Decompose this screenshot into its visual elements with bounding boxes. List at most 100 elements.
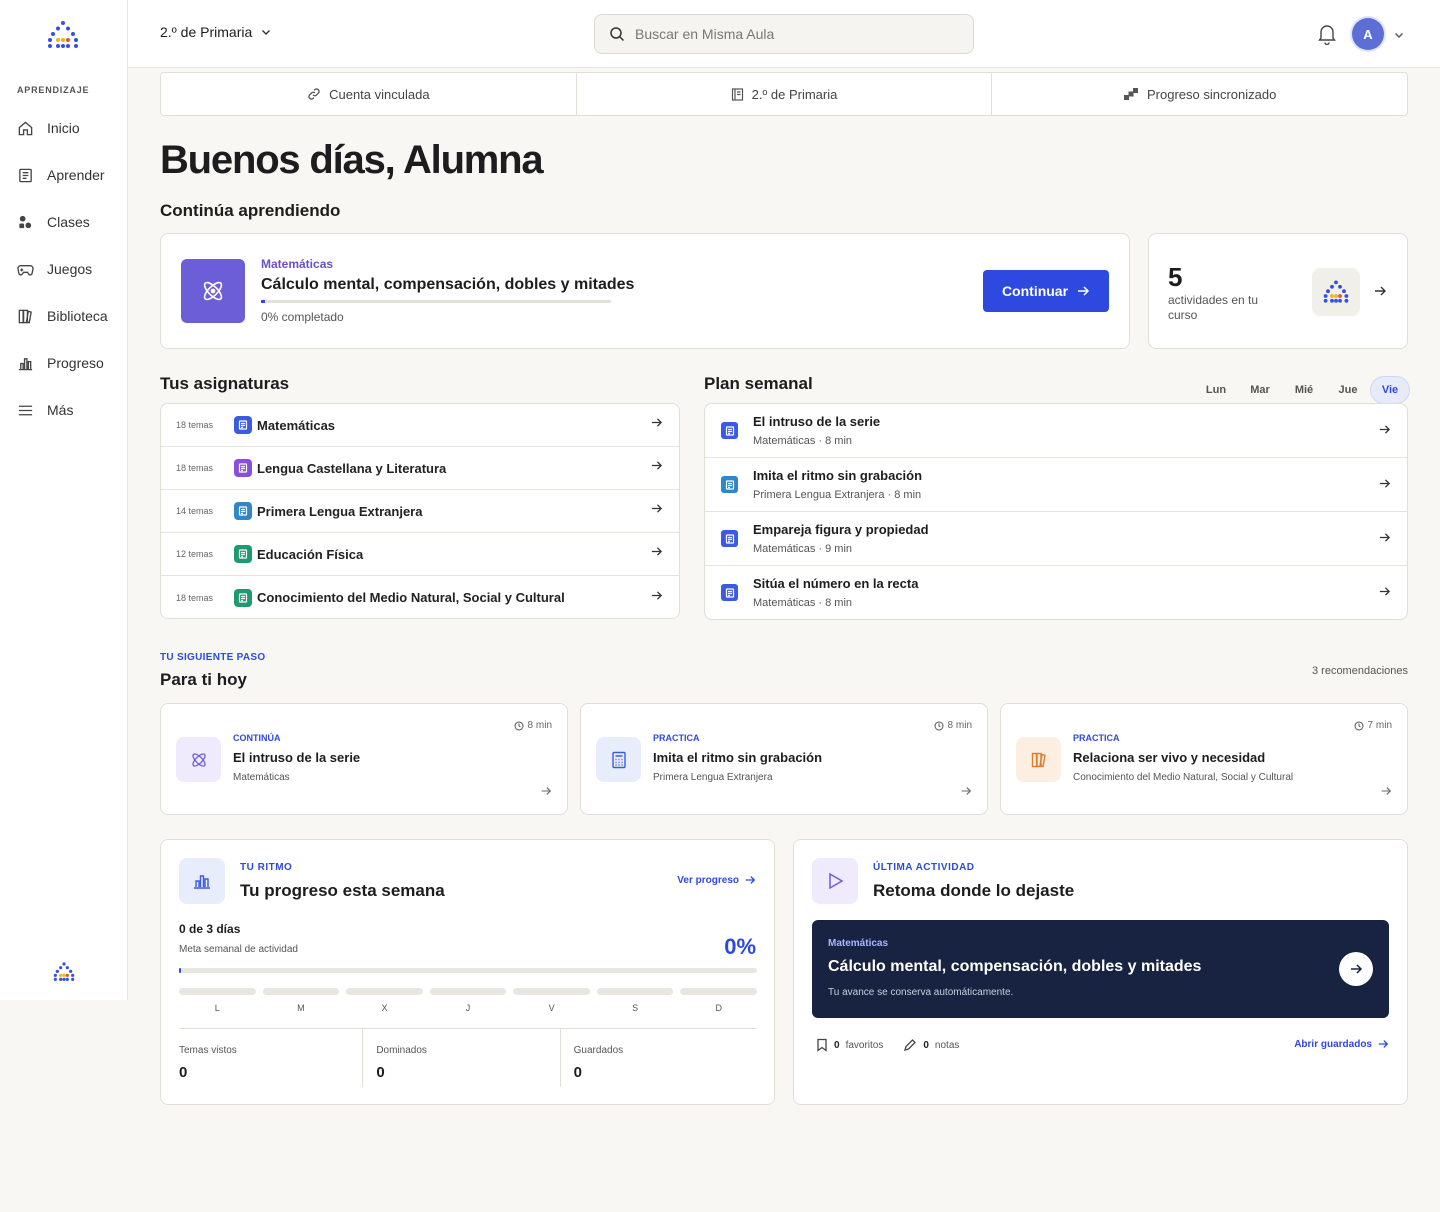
- subject-row[interactable]: 14 temas Primera Lengua Extranjera: [161, 490, 679, 533]
- subject-topic-count: 18 temas: [176, 463, 214, 473]
- recommendation-subject: Conocimiento del Medio Natural, Social y…: [1073, 772, 1294, 783]
- arrow-right-icon: [1378, 423, 1391, 441]
- arrow-right-icon: [1078, 286, 1090, 296]
- play-icon: [812, 858, 858, 904]
- duration: 8 min: [934, 720, 972, 731]
- arrow-right-icon: [650, 589, 663, 607]
- activities-card[interactable]: 5 actividades en tu curso: [1148, 233, 1408, 349]
- open-saved-link[interactable]: Abrir guardados: [1294, 1038, 1389, 1050]
- recommendations-count: 3 recomendaciones: [1311, 665, 1408, 677]
- view-progress-link[interactable]: Ver progreso: [677, 874, 756, 886]
- progress-stats: Temas vistos 0 Dominados 0 Guardados 0: [179, 1028, 757, 1087]
- continue-title: Cálculo mental, compensación, dobles y m…: [261, 276, 635, 293]
- weekly-goal-label: Meta semanal de actividad: [179, 944, 298, 955]
- subject-name: Lengua Castellana y Literatura: [257, 460, 447, 476]
- recommendation-card[interactable]: 8 min CONTINÚA El intruso de la serie Matem…: [160, 703, 568, 815]
- greeting-heading: Buenos días, Alumna: [160, 138, 544, 182]
- search-input[interactable]: [635, 26, 935, 42]
- library-icon: [18, 309, 32, 323]
- plan-item-title: Sitúa el número en la recta: [753, 576, 919, 591]
- day-tab[interactable]: Vie: [1370, 376, 1410, 404]
- subject-topic-count: 18 temas: [176, 592, 214, 603]
- status-sync: Progreso sincronizado: [992, 73, 1407, 115]
- rhythm-eyebrow: TU RITMO: [240, 862, 293, 873]
- stat-value: 0: [573, 1064, 582, 1081]
- logo-icon[interactable]: [47, 20, 79, 55]
- arrow-right-icon: [650, 459, 663, 477]
- plan-heading: Plan semanal: [704, 374, 813, 393]
- stat-label: Temas vistos: [179, 1045, 237, 1056]
- plan-item[interactable]: Sitúa el número en la recta Matemáticas ·…: [705, 566, 1407, 620]
- status-grade: 2.º de Primaria: [577, 73, 993, 115]
- week-day-bar: [346, 988, 423, 995]
- atom-icon: [176, 737, 221, 782]
- recommendation-type: PRACTICA: [1073, 733, 1120, 743]
- notification-bell-icon[interactable]: [1317, 23, 1337, 50]
- sidebar-item-progreso[interactable]: Progreso: [17, 351, 104, 375]
- activity-icon: [721, 476, 738, 493]
- continue-progress-bar: [261, 300, 611, 303]
- week-day-bar: [262, 988, 340, 995]
- day-tab[interactable]: Mié: [1282, 376, 1326, 404]
- duration-text: 7 min: [1367, 720, 1392, 731]
- week-day-label: M: [297, 1003, 305, 1013]
- week-day-bar: [513, 988, 590, 995]
- grade-selector[interactable]: 2.º de Primaria: [160, 24, 272, 40]
- recommendation-subject: Primera Lengua Extranjera: [653, 772, 773, 783]
- continue-button[interactable]: Continuar: [983, 270, 1109, 312]
- calculator-icon: [596, 737, 641, 782]
- resume-activity-banner[interactable]: Matemáticas Cálculo mental, compensación…: [812, 920, 1389, 1018]
- plan-item[interactable]: El intruso de la serie Matemáticas · 8 mi…: [705, 404, 1407, 458]
- subject-name: Primera Lengua Extranjera: [257, 503, 423, 519]
- status-sync-label: Progreso sincronizado: [1147, 86, 1277, 102]
- sidebar-item-clases[interactable]: Clases: [17, 210, 90, 234]
- resume-button[interactable]: [1339, 952, 1373, 986]
- subject-row[interactable]: 18 temas Lengua Castellana y Literatura: [161, 447, 679, 490]
- recommendation-type: CONTINÚA: [233, 733, 281, 743]
- plan-item[interactable]: Imita el ritmo sin grabación Primera Leng…: [705, 458, 1407, 512]
- week-day: V: [513, 988, 590, 1013]
- day-tab[interactable]: Jue: [1326, 376, 1370, 404]
- stat-value: 0: [179, 1064, 188, 1081]
- continue-subject: Matemáticas: [261, 257, 334, 271]
- day-tab[interactable]: Mar: [1238, 376, 1282, 404]
- continue-heading: Continúa aprendiendo: [160, 201, 341, 220]
- avatar[interactable]: A: [1352, 18, 1384, 50]
- subject-name: Educación Física: [257, 546, 364, 562]
- bookmark-icon: [817, 1038, 827, 1052]
- week-day-bar: [429, 988, 507, 995]
- week-day-label: J: [465, 1003, 471, 1013]
- week-day-bar: [179, 988, 256, 995]
- sidebar-item-biblioteca[interactable]: Biblioteca: [17, 304, 108, 328]
- weekly-progress-bar: [179, 968, 757, 973]
- sidebar-item-aprender[interactable]: Aprender: [17, 163, 105, 187]
- subject-icon: [234, 545, 252, 563]
- sidebar-item-label: Inicio: [47, 120, 80, 136]
- continue-progress-text: 0% completado: [261, 310, 344, 324]
- sync-steps-icon: [1124, 88, 1138, 100]
- sidebar-item-juegos[interactable]: Juegos: [17, 257, 92, 281]
- subject-icon: [234, 502, 252, 520]
- saved-summary: 0 favoritos 0 notas: [816, 1038, 959, 1052]
- plan-item[interactable]: Empareja figura y propiedad Matemáticas ·…: [705, 512, 1407, 566]
- day-tab[interactable]: Lun: [1194, 376, 1238, 404]
- arrow-right-icon: [1378, 531, 1391, 549]
- subject-row[interactable]: 18 temas Conocimiento del Medio Natural, …: [161, 576, 679, 619]
- account-chevron-down-icon[interactable]: [1393, 28, 1405, 46]
- recommendation-card[interactable]: 8 min PRACTICA Imita el ritmo sin grabació…: [580, 703, 988, 815]
- week-day-bar: [596, 988, 674, 995]
- recommendation-card[interactable]: 7 min PRACTICA Relaciona ser vivo y necesi…: [1000, 703, 1408, 815]
- sidebar-item-inicio[interactable]: Inicio: [17, 116, 80, 140]
- subject-icon: [234, 588, 252, 607]
- week-day-label: L: [214, 1003, 220, 1013]
- search-box[interactable]: [594, 14, 974, 54]
- last-eyebrow: ÚLTIMA ACTIVIDAD: [873, 862, 975, 873]
- subject-row[interactable]: 12 temas Educación Física: [161, 533, 679, 576]
- weekly-percent: 0%: [724, 934, 756, 959]
- subject-row[interactable]: 18 temas Matemáticas: [161, 404, 679, 447]
- arrow-right-icon: [650, 416, 663, 434]
- activities-label: actividades en tu curso: [1168, 293, 1259, 322]
- sidebar-item-mas[interactable]: Más: [17, 398, 73, 422]
- stat: Dominados 0: [363, 1029, 561, 1087]
- activity-icon: [721, 530, 738, 547]
